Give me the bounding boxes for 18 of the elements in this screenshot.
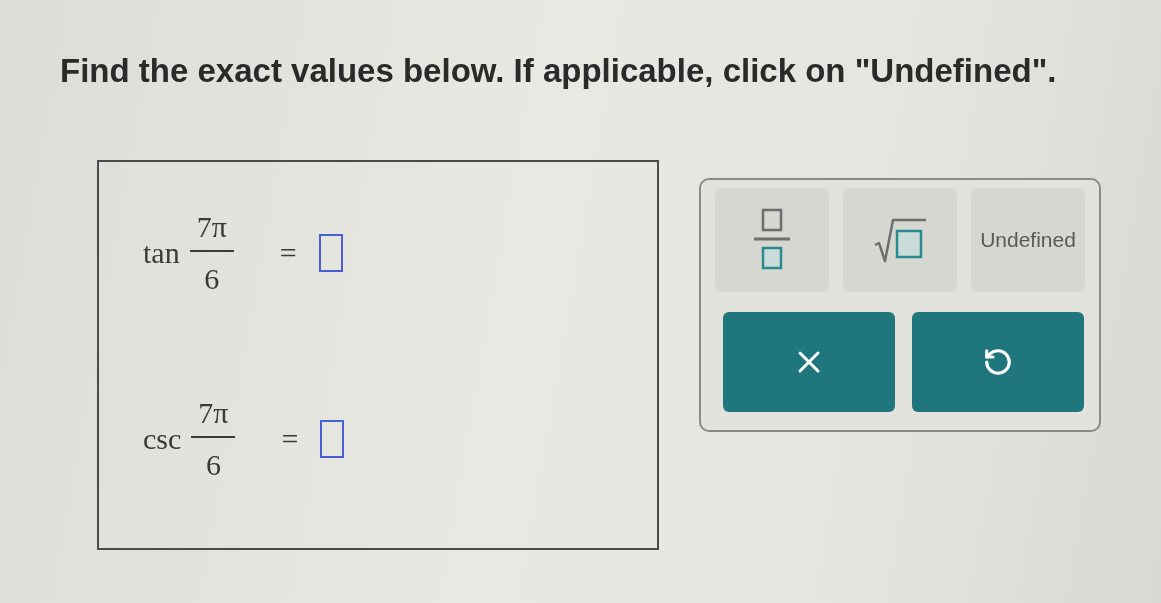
instruction-text: Find the exact values below. If applicable, click on "Undefined". xyxy=(60,52,1057,90)
function-name: tan xyxy=(143,236,180,270)
undo-icon xyxy=(983,347,1013,377)
fraction-numerator: 7π xyxy=(197,398,230,431)
equals-sign: = xyxy=(279,236,297,270)
answer-box[interactable] xyxy=(320,420,345,458)
undo-button[interactable] xyxy=(912,312,1084,412)
fraction-button[interactable] xyxy=(715,188,829,292)
square-root-button[interactable] xyxy=(843,188,957,292)
undefined-button[interactable]: Undefined xyxy=(971,188,1085,292)
fraction-denominator: 6 xyxy=(204,261,220,294)
fraction-template-icon xyxy=(753,208,791,272)
equals-sign: = xyxy=(281,422,299,456)
fraction-numerator: 7π xyxy=(195,212,228,245)
fraction-denominator: 6 xyxy=(205,447,221,480)
function-name: csc xyxy=(143,422,182,456)
answer-box[interactable] xyxy=(318,234,343,272)
square-root-icon xyxy=(873,217,927,263)
